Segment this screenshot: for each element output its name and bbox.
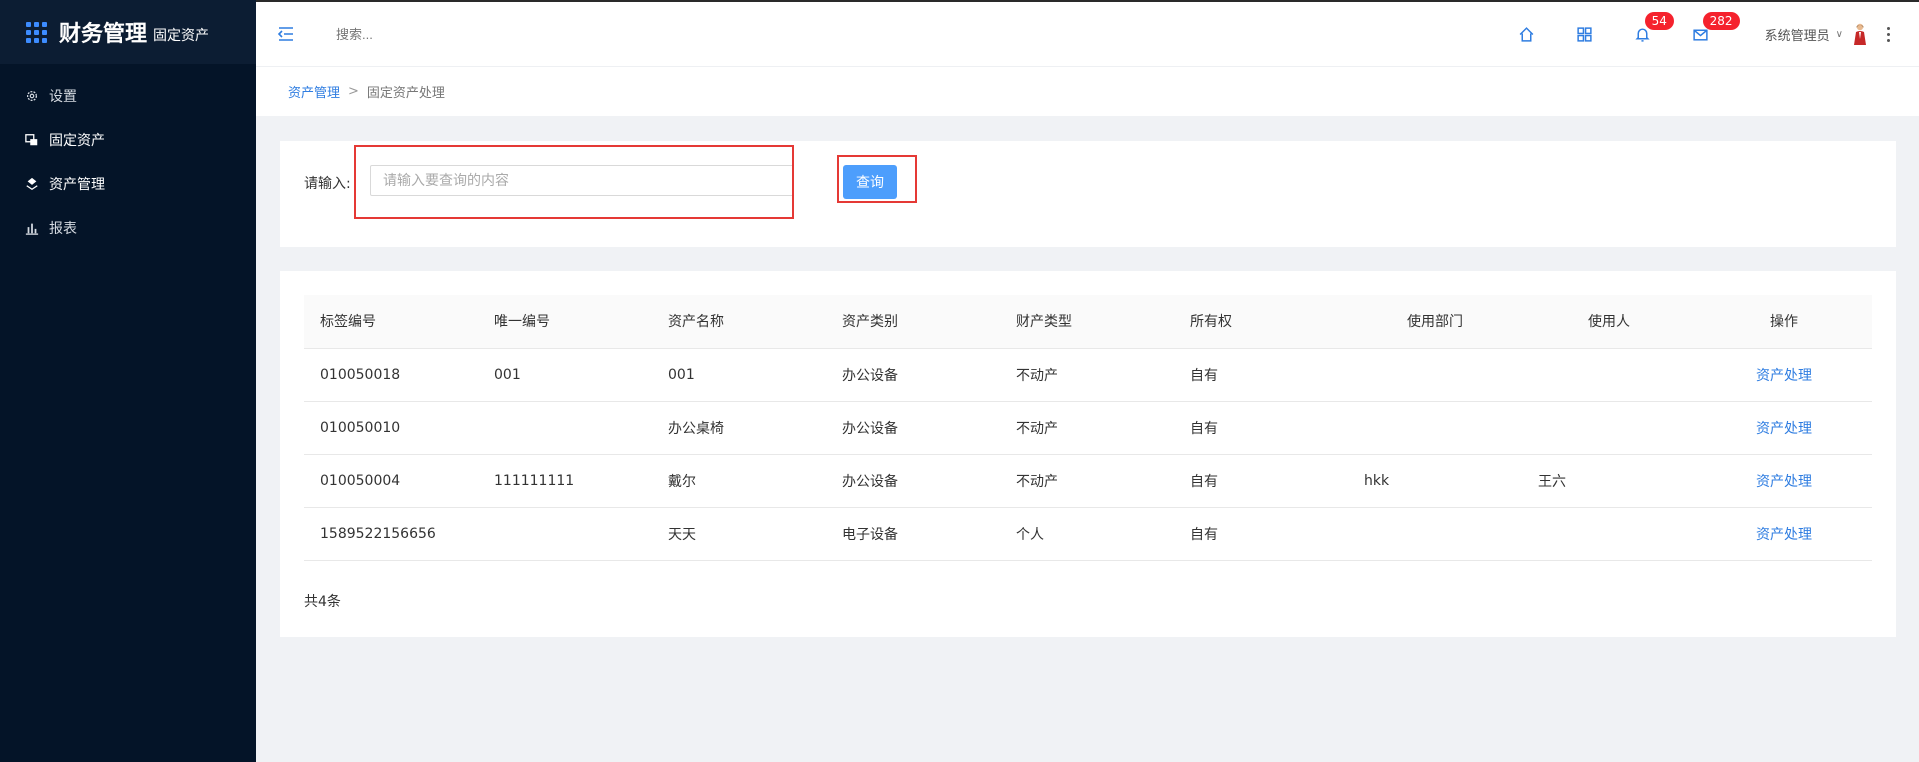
table-row: 1589522156656 天天 电子设备 个人 自有 资产处理 bbox=[304, 507, 1872, 561]
table-cell: 天天 bbox=[652, 507, 826, 561]
search-panel: 请输入: 查询 bbox=[280, 141, 1896, 247]
column-header: 使用部门 bbox=[1348, 295, 1522, 349]
messages-badge: 282 bbox=[1702, 12, 1740, 30]
table-cell: 办公设备 bbox=[826, 401, 1000, 455]
brand: 财务管理 固定资产 bbox=[0, 0, 256, 64]
assets-table: 标签编号 唯一编号 资产名称 资产类别 财产类型 所有权 使用部门 使用人 操作… bbox=[304, 295, 1872, 561]
breadcrumb: 资产管理 > 固定资产处理 bbox=[256, 66, 1919, 116]
column-header: 标签编号 bbox=[304, 295, 478, 349]
column-header: 资产类别 bbox=[826, 295, 1000, 349]
table-cell: 010050010 bbox=[304, 401, 478, 455]
table-cell: hkk bbox=[1348, 454, 1522, 508]
table-cell bbox=[1522, 507, 1696, 561]
table-cell: 自有 bbox=[1174, 348, 1348, 402]
header-actions: 54 282 系统管理员 ∨ bbox=[1517, 2, 1919, 66]
table-cell bbox=[1348, 507, 1522, 561]
more-vertical-icon[interactable] bbox=[1885, 26, 1891, 42]
table-cell bbox=[1348, 401, 1522, 455]
table-cell bbox=[1348, 348, 1522, 402]
sidebar-item-asset-management[interactable]: 资产管理 bbox=[0, 162, 256, 206]
home-icon[interactable] bbox=[1517, 24, 1537, 44]
table-cell-action: 资产处理 bbox=[1696, 401, 1872, 455]
column-header: 使用人 bbox=[1522, 295, 1696, 349]
breadcrumb-current: 固定资产处理 bbox=[366, 86, 445, 101]
total-count: 共4条 bbox=[304, 594, 341, 610]
table-cell: 111111111 bbox=[478, 454, 652, 508]
app-title: 财务管理 bbox=[59, 22, 148, 47]
table-row: 010050004 111111111 戴尔 办公设备 不动产 自有 hkk 王… bbox=[304, 454, 1872, 508]
sidebar-item-label: 报表 bbox=[49, 221, 77, 237]
query-label: 请输入: bbox=[304, 176, 351, 192]
asset-process-link[interactable]: 资产处理 bbox=[1756, 474, 1812, 490]
top-header: 54 282 系统管理员 ∨ bbox=[256, 0, 1919, 66]
column-header: 财产类型 bbox=[1000, 295, 1174, 349]
table-cell: 办公桌椅 bbox=[652, 401, 826, 455]
asset-process-link[interactable]: 资产处理 bbox=[1756, 527, 1812, 543]
bell-icon[interactable]: 54 bbox=[1633, 12, 1674, 44]
column-header: 唯一编号 bbox=[478, 295, 652, 349]
column-header: 操作 bbox=[1696, 295, 1872, 349]
app-subtitle: 固定资产 bbox=[153, 28, 210, 44]
table-row: 010050010 办公桌椅 办公设备 不动产 自有 资产处理 bbox=[304, 401, 1872, 455]
table-cell: 个人 bbox=[1000, 507, 1174, 561]
menu-collapse-icon[interactable] bbox=[276, 24, 296, 44]
bar-chart-icon bbox=[25, 221, 39, 235]
search-input[interactable] bbox=[336, 26, 636, 42]
table-row: 010050018 001 001 办公设备 不动产 自有 资产处理 bbox=[304, 348, 1872, 402]
table-cell: 办公设备 bbox=[826, 348, 1000, 402]
table-cell bbox=[478, 401, 652, 455]
sidebar-item-label: 固定资产 bbox=[49, 133, 105, 149]
table-cell: 自有 bbox=[1174, 507, 1348, 561]
sidebar-item-label: 设置 bbox=[49, 89, 77, 105]
table-cell: 不动产 bbox=[1000, 348, 1174, 402]
table-cell bbox=[1522, 401, 1696, 455]
table-cell-action: 资产处理 bbox=[1696, 348, 1872, 402]
stack-icon bbox=[25, 177, 39, 191]
table-cell: 001 bbox=[652, 348, 826, 402]
table-cell: 010050004 bbox=[304, 454, 478, 508]
table-cell: 办公设备 bbox=[826, 454, 1000, 508]
table-cell: 自有 bbox=[1174, 401, 1348, 455]
table-cell: 自有 bbox=[1174, 454, 1348, 508]
notifications-badge: 54 bbox=[1644, 12, 1674, 30]
table-header-row: 标签编号 唯一编号 资产名称 资产类别 财产类型 所有权 使用部门 使用人 操作 bbox=[304, 295, 1872, 349]
sidebar: 财务管理 固定资产 设置 固定资产 资产管理 报表 bbox=[0, 0, 256, 762]
breadcrumb-separator: > bbox=[348, 84, 359, 99]
sidebar-item-label: 资产管理 bbox=[49, 177, 105, 193]
query-input[interactable] bbox=[370, 165, 794, 196]
asset-process-link[interactable]: 资产处理 bbox=[1756, 368, 1812, 384]
sidebar-nav: 设置 固定资产 资产管理 报表 bbox=[0, 74, 256, 250]
sidebar-item-settings[interactable]: 设置 bbox=[0, 74, 256, 118]
chevron-down-icon: ∨ bbox=[1835, 28, 1843, 40]
table-cell: 1589522156656 bbox=[304, 507, 478, 561]
column-header: 资产名称 bbox=[652, 295, 826, 349]
table-cell-action: 资产处理 bbox=[1696, 507, 1872, 561]
app-grid-icon bbox=[26, 21, 47, 43]
table-cell: 不动产 bbox=[1000, 454, 1174, 508]
sidebar-item-fixed-assets[interactable]: 固定资产 bbox=[0, 118, 256, 162]
assets-icon bbox=[25, 133, 39, 147]
gear-icon bbox=[25, 89, 39, 103]
asset-process-link[interactable]: 资产处理 bbox=[1756, 421, 1812, 437]
column-header: 所有权 bbox=[1174, 295, 1348, 349]
table-cell bbox=[478, 507, 652, 561]
query-button[interactable]: 查询 bbox=[843, 165, 897, 199]
avatar bbox=[1854, 23, 1866, 45]
mail-icon[interactable]: 282 bbox=[1691, 12, 1740, 44]
table-cell-action: 资产处理 bbox=[1696, 454, 1872, 508]
breadcrumb-link-asset-management[interactable]: 资产管理 bbox=[288, 82, 340, 101]
assets-table-panel: 标签编号 唯一编号 资产名称 资产类别 财产类型 所有权 使用部门 使用人 操作… bbox=[280, 271, 1896, 637]
table-cell: 不动产 bbox=[1000, 401, 1174, 455]
user-name: 系统管理员 bbox=[1764, 28, 1830, 44]
user-menu[interactable]: 系统管理员 ∨ bbox=[1765, 23, 1867, 45]
table-cell: 戴尔 bbox=[652, 454, 826, 508]
table-cell: 001 bbox=[478, 348, 652, 402]
sidebar-item-reports[interactable]: 报表 bbox=[0, 206, 256, 250]
table-cell: 王六 bbox=[1522, 454, 1696, 508]
table-cell: 010050018 bbox=[304, 348, 478, 402]
table-cell: 电子设备 bbox=[826, 507, 1000, 561]
apps-grid-icon[interactable] bbox=[1575, 24, 1595, 44]
table-cell bbox=[1522, 348, 1696, 402]
